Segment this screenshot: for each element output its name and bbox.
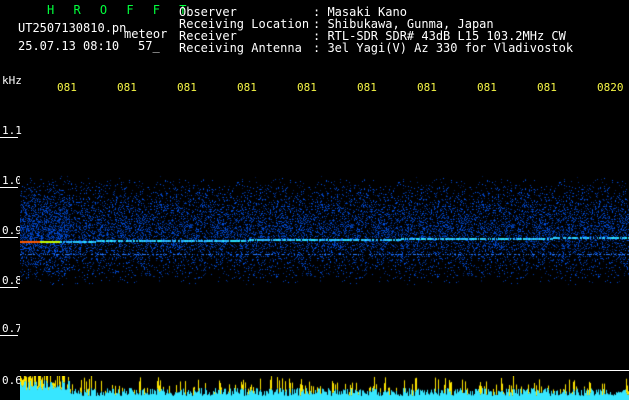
signal-level-strip [20,376,629,400]
time-tick-label: 0820 [597,81,624,94]
freq-label: 0.9 [2,224,22,237]
time-tick-label: 081 [237,81,257,94]
antenna-label: Receiving Antenna [179,41,302,55]
freq-tick [0,335,18,336]
freq-label: 0.7 [2,322,22,335]
date-time: 25.07.13 08:10 [18,39,120,53]
freq-label: 1.0 [2,174,22,187]
time-tick-label: 081 [177,81,197,94]
freq-label: 0.6 [2,374,22,387]
filename: UT2507130810.pn [18,21,127,35]
time-tick-label: 081 [297,81,317,94]
baseline-rule [20,370,629,371]
time-tick-label: 081 [357,81,377,94]
freq-tick [0,287,18,288]
antenna-value: : 3el Yagi(V) Az 330 for Vladivostok [313,41,574,55]
time-tick-label: 081 [537,81,557,94]
freq-tick [0,187,18,188]
time-tick-label: 081 [117,81,137,94]
axis-unit: kHz [2,74,22,87]
time-tick-label: 081 [477,81,497,94]
spectrogram-canvas [20,140,629,370]
freq-tick [0,137,18,138]
time-tick-label: 081 [57,81,77,94]
freq-tick [0,237,18,238]
app-name: H R O F F T [47,3,193,17]
freq-label: 1.1 [2,124,22,137]
time-tick-label: 081 [417,81,437,94]
freq-label: 0.8 [2,274,22,287]
event-count: 57_ [138,39,160,53]
